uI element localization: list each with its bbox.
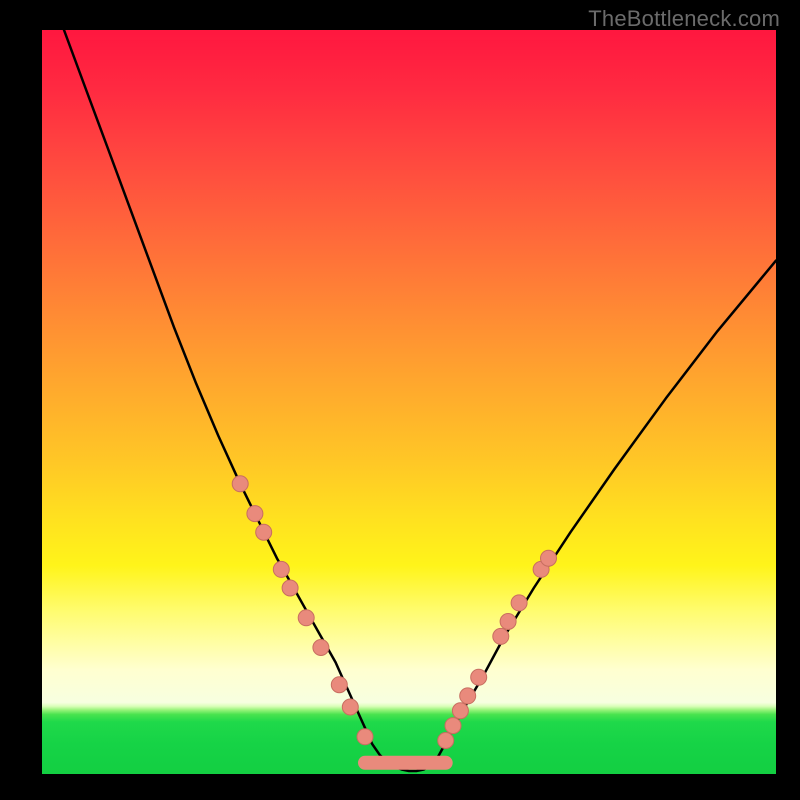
- bottleneck-curve: [64, 30, 776, 771]
- data-marker: [232, 476, 248, 492]
- data-marker: [493, 628, 509, 644]
- data-marker: [298, 610, 314, 626]
- data-marker: [460, 688, 476, 704]
- chart-frame: TheBottleneck.com: [0, 0, 800, 800]
- data-marker: [511, 595, 527, 611]
- data-marker: [342, 699, 358, 715]
- data-marker: [438, 733, 454, 749]
- data-marker: [500, 614, 516, 630]
- data-marker: [357, 729, 373, 745]
- data-marker: [452, 703, 468, 719]
- data-marker: [471, 669, 487, 685]
- data-marker: [331, 677, 347, 693]
- data-marker: [445, 718, 461, 734]
- chart-overlay: [42, 30, 776, 774]
- markers-left-cluster: [232, 476, 373, 745]
- data-marker: [313, 640, 329, 656]
- data-marker: [247, 506, 263, 522]
- data-marker: [256, 524, 272, 540]
- data-marker: [273, 561, 289, 577]
- data-marker: [282, 580, 298, 596]
- watermark-text: TheBottleneck.com: [588, 6, 780, 32]
- data-marker: [541, 550, 557, 566]
